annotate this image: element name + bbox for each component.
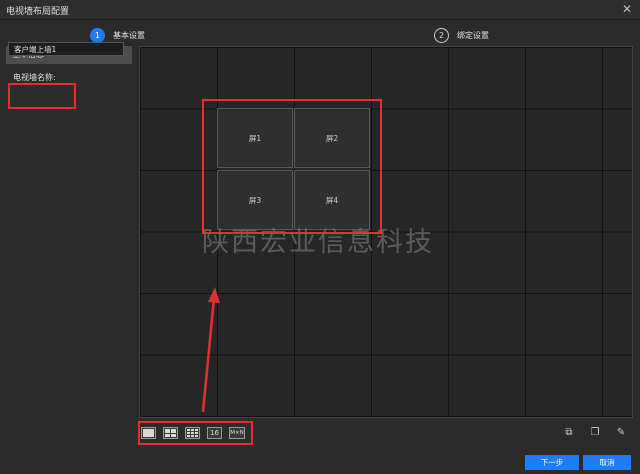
title-bar: 电视墙布局配置 ✕ <box>0 0 640 20</box>
watermark: 陕西宏业信息科技 <box>202 227 434 258</box>
step-1-number: 1 <box>90 27 105 43</box>
step-2-number: 2 <box>434 27 449 43</box>
step-2-label: 绑定设置 <box>457 30 489 40</box>
close-icon[interactable]: ✕ <box>620 2 634 16</box>
merge-screen-icon[interactable]: ⧉ <box>562 426 576 440</box>
layout-mxn-button[interactable]: M×N <box>229 427 245 439</box>
layout-16-button[interactable]: 16 <box>207 427 222 439</box>
sidebar: 基本信息 电视墙名称: <box>6 46 132 446</box>
layout-toolbar: 16 M×N <box>141 424 245 442</box>
layout-1x1-icon[interactable] <box>141 427 156 439</box>
screen-group[interactable]: 屏1 屏2 屏3 屏4 <box>217 108 371 231</box>
screen-cell-2[interactable]: 屏2 <box>294 108 370 168</box>
cancel-button[interactable]: 取消 <box>583 455 631 470</box>
window-title: 电视墙布局配置 <box>6 7 70 17</box>
step-1-label: 基本设置 <box>113 30 145 40</box>
tvwall-name-label: 电视墙名称: <box>13 73 56 82</box>
split-screen-icon[interactable]: ❐ <box>588 426 602 440</box>
screen-cell-1[interactable]: 屏1 <box>217 108 293 168</box>
layout-2x2-icon[interactable] <box>163 427 178 439</box>
clear-icon[interactable]: ✎ <box>614 426 628 440</box>
canvas-tools: ⧉ ❐ ✎ <box>562 426 628 440</box>
layout-3x3-icon[interactable] <box>185 427 200 439</box>
tvwall-name-input[interactable] <box>8 42 124 56</box>
step-binding[interactable]: 2 绑定设置 <box>434 26 489 44</box>
next-button[interactable]: 下一步 <box>525 455 579 470</box>
